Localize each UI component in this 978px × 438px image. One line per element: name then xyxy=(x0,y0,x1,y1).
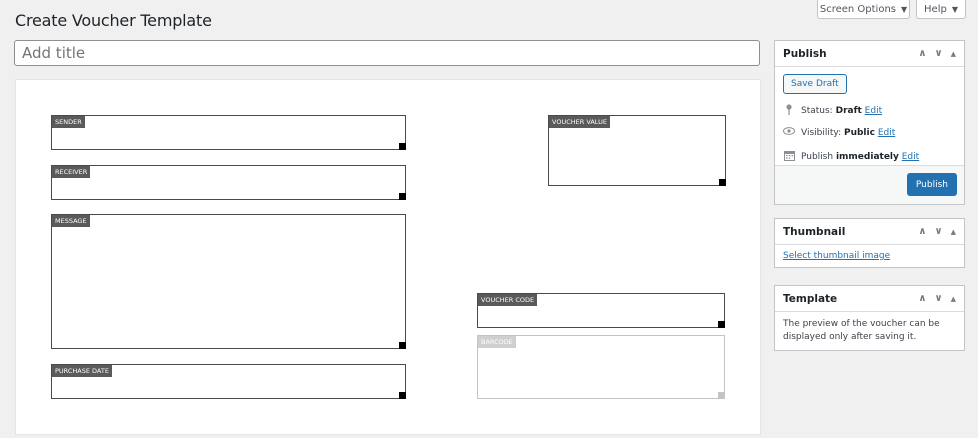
visibility-label: Visibility: xyxy=(801,127,842,138)
caret-down-icon: ▼ xyxy=(901,4,908,14)
resize-handle[interactable] xyxy=(718,321,725,328)
chevron-down-icon[interactable]: ∨ xyxy=(934,48,942,59)
select-thumbnail-link[interactable]: Select thumbnail image xyxy=(783,251,890,261)
field-receiver[interactable]: RECEIVER xyxy=(51,165,406,200)
field-message[interactable]: MESSAGE xyxy=(51,214,406,349)
publish-panel-title: Publish xyxy=(783,47,827,60)
field-voucher-value[interactable]: VOUCHER VALUE xyxy=(548,115,726,186)
publish-button[interactable]: Publish xyxy=(906,173,957,196)
chevron-up-icon[interactable]: ∧ xyxy=(918,293,926,304)
edit-visibility-link[interactable]: Edit xyxy=(878,128,895,138)
publish-panel: Publish ∧ ∨ ▲ Save Draft Status: Draft E… xyxy=(774,40,965,205)
field-purchase-date[interactable]: PURCHASE DATE xyxy=(51,364,406,399)
eye-icon xyxy=(783,127,795,138)
chevron-up-icon[interactable]: ∧ xyxy=(918,48,926,59)
edit-publish-time-link[interactable]: Edit xyxy=(902,152,919,162)
toggle-arrow-icon[interactable]: ▲ xyxy=(951,295,956,303)
template-panel-header: Template ∧ ∨ ▲ xyxy=(775,286,964,312)
calendar-icon xyxy=(783,150,795,164)
status-label: Status: xyxy=(801,106,833,116)
chevron-down-icon[interactable]: ∨ xyxy=(934,293,942,304)
publish-time-value: immediately xyxy=(835,152,899,162)
screen-options-label: Screen Options xyxy=(819,3,896,15)
pin-icon xyxy=(783,104,795,118)
help-button[interactable]: Help ▼ xyxy=(916,0,966,19)
page-title: Create Voucher Template xyxy=(15,11,212,30)
field-sender[interactable]: SENDER xyxy=(51,115,406,150)
help-label: Help xyxy=(924,3,947,15)
resize-handle[interactable] xyxy=(399,342,406,349)
template-preview-note: The preview of the voucher can be displa… xyxy=(783,319,940,342)
template-panel-title: Template xyxy=(783,292,838,305)
toggle-arrow-icon[interactable]: ▲ xyxy=(951,228,956,236)
thumbnail-panel-header: Thumbnail ∧ ∨ ▲ xyxy=(775,219,964,245)
publish-panel-header: Publish ∧ ∨ ▲ xyxy=(775,41,964,67)
field-voucher-code[interactable]: VOUCHER CODE xyxy=(477,293,725,328)
resize-handle[interactable] xyxy=(399,193,406,200)
resize-handle[interactable] xyxy=(399,143,406,150)
publish-time-row: Publish immediately Edit xyxy=(801,152,919,162)
field-receiver-label: RECEIVER xyxy=(52,166,91,178)
resize-handle[interactable] xyxy=(399,392,406,399)
field-purchase-date-label: PURCHASE DATE xyxy=(52,365,112,377)
field-message-label: MESSAGE xyxy=(52,215,90,227)
resize-handle[interactable] xyxy=(719,179,726,186)
template-panel: Template ∧ ∨ ▲ The preview of the vouche… xyxy=(774,285,965,351)
visibility-row: Visibility: Public Edit xyxy=(801,128,895,138)
voucher-canvas: SENDER RECEIVER MESSAGE PURCHASE DATE VO… xyxy=(15,79,761,435)
visibility-value: Public xyxy=(843,127,875,138)
field-barcode[interactable]: BARCODE xyxy=(477,335,725,399)
status-value: Draft xyxy=(835,106,862,116)
publish-time-label: Publish xyxy=(801,152,834,162)
caret-down-icon: ▼ xyxy=(951,4,958,14)
edit-status-link[interactable]: Edit xyxy=(865,106,882,116)
status-row: Status: Draft Edit xyxy=(801,106,882,116)
save-draft-button[interactable]: Save Draft xyxy=(783,74,847,94)
screen-options-button[interactable]: Screen Options ▼ xyxy=(817,0,910,19)
thumbnail-panel: Thumbnail ∧ ∨ ▲ Select thumbnail image xyxy=(774,218,965,268)
publish-actions: Publish xyxy=(775,165,964,204)
thumbnail-panel-title: Thumbnail xyxy=(783,225,846,238)
field-sender-label: SENDER xyxy=(52,116,85,128)
field-voucher-code-label: VOUCHER CODE xyxy=(478,294,538,306)
chevron-down-icon[interactable]: ∨ xyxy=(934,226,942,237)
title-input[interactable] xyxy=(14,40,760,66)
resize-handle[interactable] xyxy=(718,392,725,399)
field-voucher-value-label: VOUCHER VALUE xyxy=(549,116,610,128)
chevron-up-icon[interactable]: ∧ xyxy=(918,226,926,237)
toggle-arrow-icon[interactable]: ▲ xyxy=(951,50,956,58)
field-barcode-label: BARCODE xyxy=(478,336,516,348)
